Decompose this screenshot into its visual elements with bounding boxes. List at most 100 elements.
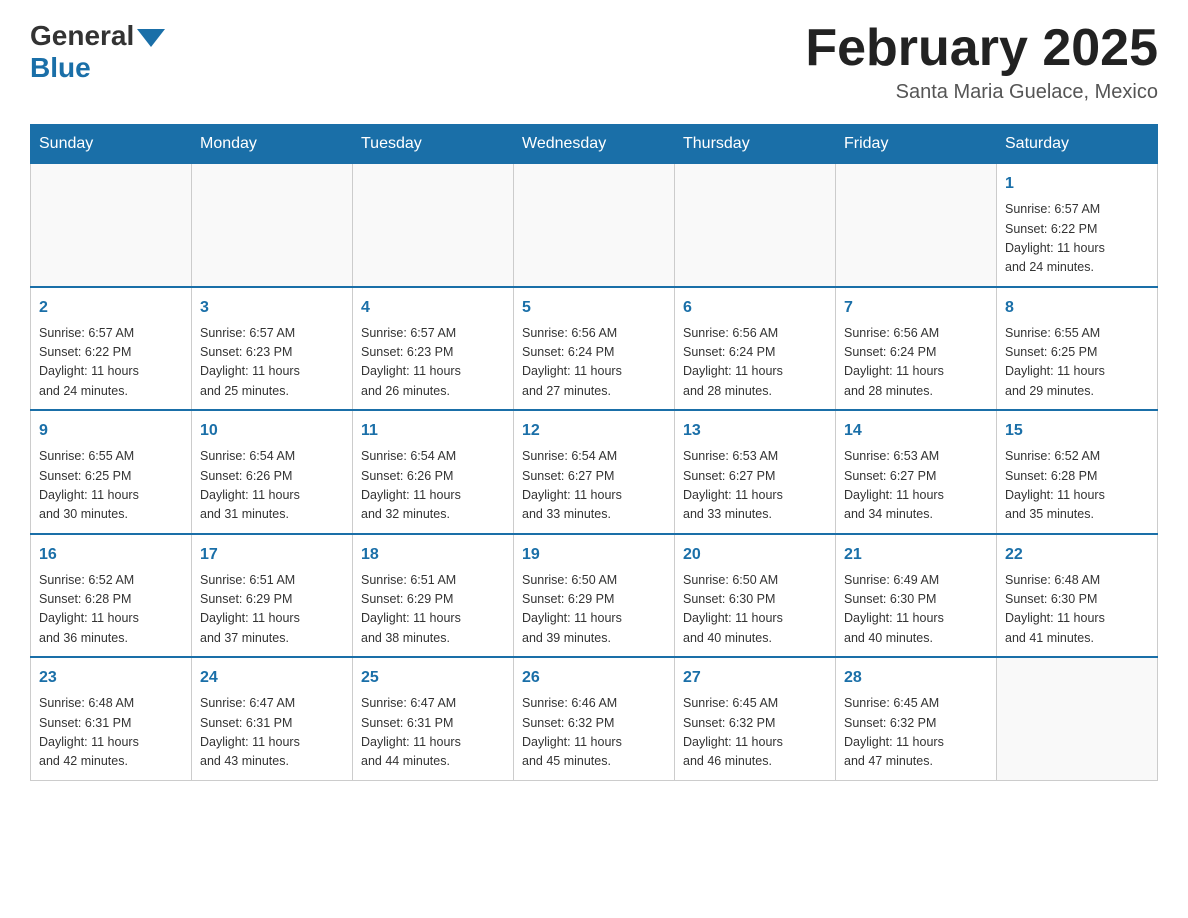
logo-general-text: General — [30, 20, 134, 52]
day-info: Sunrise: 6:46 AMSunset: 6:32 PMDaylight:… — [522, 694, 666, 772]
day-number: 17 — [200, 543, 344, 567]
day-info: Sunrise: 6:48 AMSunset: 6:30 PMDaylight:… — [1005, 571, 1149, 649]
day-info: Sunrise: 6:45 AMSunset: 6:32 PMDaylight:… — [844, 694, 988, 772]
col-tuesday: Tuesday — [353, 125, 514, 164]
table-row: 6Sunrise: 6:56 AMSunset: 6:24 PMDaylight… — [675, 287, 836, 411]
table-row: 27 Sunrise: 6:45 AMSunset: 6:32 PMDayligh… — [675, 657, 836, 780]
table-row — [675, 164, 836, 287]
table-row: 9 Sunrise: 6:55 AMSunset: 6:25 PMDaylight… — [31, 410, 192, 534]
table-row: 17 Sunrise: 6:51 AMSunset: 6:29 PMDayligh… — [192, 534, 353, 658]
day-number: 16 — [39, 543, 183, 567]
title-block: February 2025 Santa Maria Guelace, Mexic… — [805, 20, 1158, 104]
day-number: 1 — [1005, 172, 1149, 196]
day-info: Sunrise: 6:54 AMSunset: 6:27 PMDaylight:… — [522, 447, 666, 525]
logo: General Blue — [30, 20, 165, 84]
day-number: 23 — [39, 666, 183, 690]
day-number: 25 — [361, 666, 505, 690]
table-row: 7 Sunrise: 6:56 AMSunset: 6:24 PMDaylight… — [836, 287, 997, 411]
day-number: 20 — [683, 543, 827, 567]
page-header: General Blue February 2025 Santa Maria G… — [30, 20, 1158, 104]
table-row: 14 Sunrise: 6:53 AMSunset: 6:27 PMDayligh… — [836, 410, 997, 534]
day-number: 28 — [844, 666, 988, 690]
col-saturday: Saturday — [997, 125, 1158, 164]
table-row — [192, 164, 353, 287]
day-info: Sunrise: 6:53 AMSunset: 6:27 PMDaylight:… — [844, 447, 988, 525]
day-number: 4 — [361, 296, 505, 320]
day-info: Sunrise: 6:50 AMSunset: 6:29 PMDaylight:… — [522, 571, 666, 649]
calendar-week-row: 1 Sunrise: 6:57 AMSunset: 6:22 PMDaylight… — [31, 164, 1158, 287]
day-number: 24 — [200, 666, 344, 690]
day-number: 9 — [39, 419, 183, 443]
day-number: 22 — [1005, 543, 1149, 567]
table-row: 22 Sunrise: 6:48 AMSunset: 6:30 PMDayligh… — [997, 534, 1158, 658]
day-info: Sunrise: 6:49 AMSunset: 6:30 PMDaylight:… — [844, 571, 988, 649]
table-row: 19 Sunrise: 6:50 AMSunset: 6:29 PMDayligh… — [514, 534, 675, 658]
logo-blue-text: Blue — [30, 52, 91, 84]
table-row: 15 Sunrise: 6:52 AMSunset: 6:28 PMDayligh… — [997, 410, 1158, 534]
day-info: Sunrise: 6:48 AMSunset: 6:31 PMDaylight:… — [39, 694, 183, 772]
day-info: Sunrise: 6:56 AMSunset: 6:24 PMDaylight:… — [844, 324, 988, 402]
day-number: 15 — [1005, 419, 1149, 443]
day-number: 12 — [522, 419, 666, 443]
table-row: 8 Sunrise: 6:55 AMSunset: 6:25 PMDaylight… — [997, 287, 1158, 411]
col-thursday: Thursday — [675, 125, 836, 164]
table-row: 20 Sunrise: 6:50 AMSunset: 6:30 PMDayligh… — [675, 534, 836, 658]
day-number: 8 — [1005, 296, 1149, 320]
day-number: 19 — [522, 543, 666, 567]
table-row: 24 Sunrise: 6:47 AMSunset: 6:31 PMDayligh… — [192, 657, 353, 780]
table-row: 16Sunrise: 6:52 AMSunset: 6:28 PMDayligh… — [31, 534, 192, 658]
table-row — [31, 164, 192, 287]
day-info: Sunrise: 6:55 AMSunset: 6:25 PMDaylight:… — [1005, 324, 1149, 402]
table-row: 1 Sunrise: 6:57 AMSunset: 6:22 PMDaylight… — [997, 164, 1158, 287]
table-row: 28 Sunrise: 6:45 AMSunset: 6:32 PMDayligh… — [836, 657, 997, 780]
day-number: 6 — [683, 296, 827, 320]
day-number: 11 — [361, 419, 505, 443]
day-number: 5 — [522, 296, 666, 320]
day-info: Sunrise: 6:57 AMSunset: 6:22 PMDaylight:… — [39, 324, 183, 402]
col-sunday: Sunday — [31, 125, 192, 164]
day-number: 18 — [361, 543, 505, 567]
calendar-week-row: 2 Sunrise: 6:57 AMSunset: 6:22 PMDaylight… — [31, 287, 1158, 411]
table-row: 26Sunrise: 6:46 AMSunset: 6:32 PMDayligh… — [514, 657, 675, 780]
table-row — [997, 657, 1158, 780]
calendar-header-row: Sunday Monday Tuesday Wednesday Thursday… — [31, 125, 1158, 164]
day-info: Sunrise: 6:54 AMSunset: 6:26 PMDaylight:… — [200, 447, 344, 525]
day-info: Sunrise: 6:56 AMSunset: 6:24 PMDaylight:… — [522, 324, 666, 402]
day-number: 14 — [844, 419, 988, 443]
day-info: Sunrise: 6:57 AMSunset: 6:23 PMDaylight:… — [361, 324, 505, 402]
table-row: 18 Sunrise: 6:51 AMSunset: 6:29 PMDayligh… — [353, 534, 514, 658]
day-number: 13 — [683, 419, 827, 443]
table-row — [514, 164, 675, 287]
calendar-week-row: 16Sunrise: 6:52 AMSunset: 6:28 PMDayligh… — [31, 534, 1158, 658]
day-info: Sunrise: 6:45 AMSunset: 6:32 PMDaylight:… — [683, 694, 827, 772]
col-friday: Friday — [836, 125, 997, 164]
table-row: 10Sunrise: 6:54 AMSunset: 6:26 PMDayligh… — [192, 410, 353, 534]
col-monday: Monday — [192, 125, 353, 164]
day-info: Sunrise: 6:57 AMSunset: 6:23 PMDaylight:… — [200, 324, 344, 402]
day-number: 27 — [683, 666, 827, 690]
calendar-table: Sunday Monday Tuesday Wednesday Thursday… — [30, 124, 1158, 781]
logo-arrow-icon — [137, 29, 165, 47]
table-row: 25Sunrise: 6:47 AMSunset: 6:31 PMDayligh… — [353, 657, 514, 780]
col-wednesday: Wednesday — [514, 125, 675, 164]
table-row: 4 Sunrise: 6:57 AMSunset: 6:23 PMDaylight… — [353, 287, 514, 411]
month-title: February 2025 — [805, 20, 1158, 77]
day-info: Sunrise: 6:57 AMSunset: 6:22 PMDaylight:… — [1005, 200, 1149, 278]
table-row: 11 Sunrise: 6:54 AMSunset: 6:26 PMDayligh… — [353, 410, 514, 534]
day-info: Sunrise: 6:51 AMSunset: 6:29 PMDaylight:… — [361, 571, 505, 649]
day-info: Sunrise: 6:54 AMSunset: 6:26 PMDaylight:… — [361, 447, 505, 525]
day-info: Sunrise: 6:50 AMSunset: 6:30 PMDaylight:… — [683, 571, 827, 649]
day-number: 2 — [39, 296, 183, 320]
day-info: Sunrise: 6:51 AMSunset: 6:29 PMDaylight:… — [200, 571, 344, 649]
table-row: 2 Sunrise: 6:57 AMSunset: 6:22 PMDaylight… — [31, 287, 192, 411]
day-info: Sunrise: 6:55 AMSunset: 6:25 PMDaylight:… — [39, 447, 183, 525]
table-row: 23 Sunrise: 6:48 AMSunset: 6:31 PMDayligh… — [31, 657, 192, 780]
day-number: 21 — [844, 543, 988, 567]
day-number: 7 — [844, 296, 988, 320]
calendar-week-row: 9 Sunrise: 6:55 AMSunset: 6:25 PMDaylight… — [31, 410, 1158, 534]
day-info: Sunrise: 6:47 AMSunset: 6:31 PMDaylight:… — [200, 694, 344, 772]
day-info: Sunrise: 6:52 AMSunset: 6:28 PMDaylight:… — [1005, 447, 1149, 525]
table-row: 3Sunrise: 6:57 AMSunset: 6:23 PMDaylight… — [192, 287, 353, 411]
day-info: Sunrise: 6:53 AMSunset: 6:27 PMDaylight:… — [683, 447, 827, 525]
calendar-week-row: 23 Sunrise: 6:48 AMSunset: 6:31 PMDayligh… — [31, 657, 1158, 780]
